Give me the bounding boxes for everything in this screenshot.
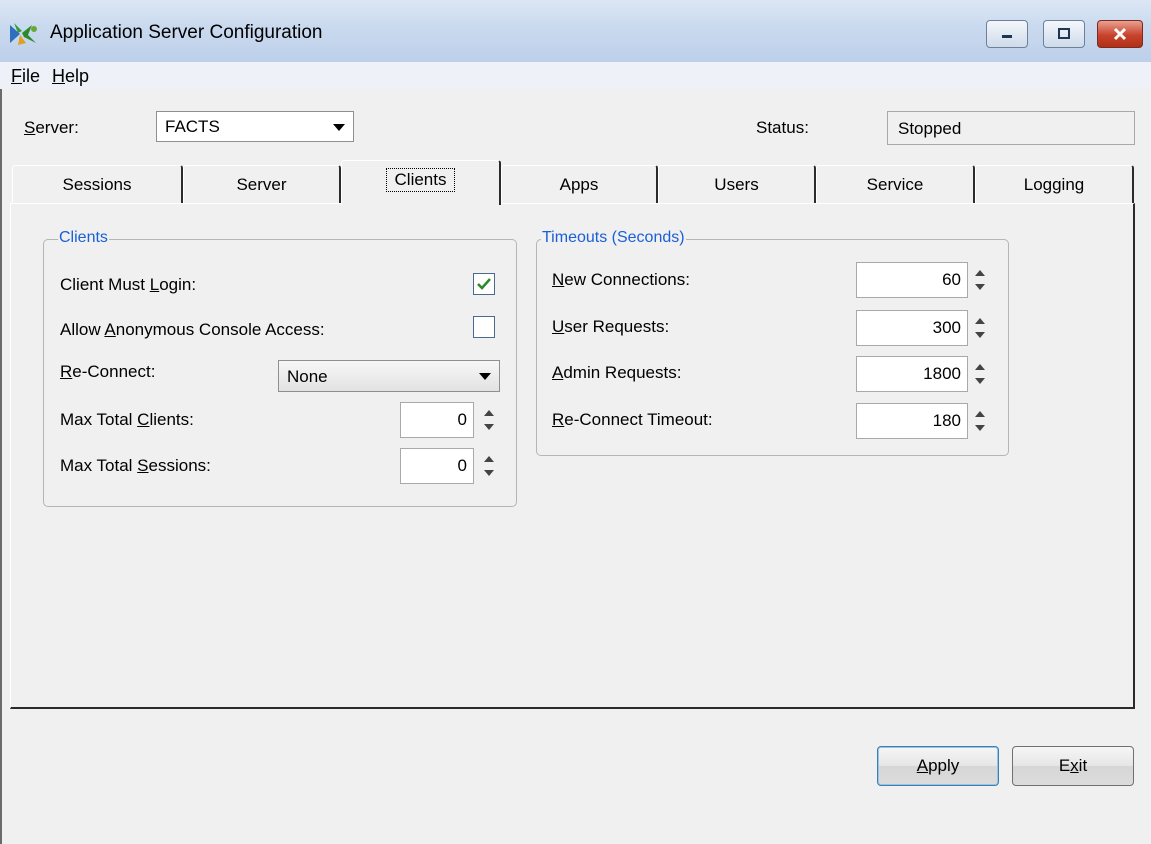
max-total-sessions-spinner[interactable] xyxy=(482,448,496,484)
tab-clients[interactable]: Clients xyxy=(341,160,501,205)
max-total-clients-input[interactable]: 0 xyxy=(400,402,474,438)
exit-button[interactable]: Exit xyxy=(1012,746,1134,786)
admin-requests-input[interactable]: 1800 xyxy=(856,356,968,392)
spin-up-icon[interactable] xyxy=(484,456,494,462)
admin-requests-label: Admin Requests: xyxy=(552,363,682,382)
server-app-icon xyxy=(8,21,42,47)
user-requests-input[interactable]: 300 xyxy=(856,310,968,346)
tab-sessions[interactable]: Sessions xyxy=(12,165,183,204)
anonymous-access-label: Allow Anonymous Console Access: xyxy=(60,320,325,339)
user-requests-label: User Requests: xyxy=(552,317,670,336)
status-label: Status: xyxy=(756,118,809,137)
spin-up-icon[interactable] xyxy=(975,318,985,324)
maximize-icon xyxy=(1058,28,1070,39)
chevron-down-icon xyxy=(479,373,491,380)
clients-groupbox: Clients Client Must Login: Allow Anonymo… xyxy=(43,229,517,507)
menu-file[interactable]: File xyxy=(11,66,40,87)
maximize-button[interactable] xyxy=(1043,20,1085,48)
reconnect-timeout-label: Re-Connect Timeout: xyxy=(552,410,713,429)
menu-bar xyxy=(0,62,1151,89)
anonymous-access-checkbox[interactable] xyxy=(473,316,495,338)
spin-up-icon[interactable] xyxy=(484,410,494,416)
server-select-value: FACTS xyxy=(165,117,220,136)
timeouts-groupbox: Timeouts (Seconds) New Connections: 60 U… xyxy=(536,229,1009,456)
spin-up-icon[interactable] xyxy=(975,364,985,370)
tab-service[interactable]: Service xyxy=(816,165,975,204)
close-button[interactable] xyxy=(1097,20,1143,48)
client-must-login-checkbox[interactable] xyxy=(473,273,495,295)
reconnect-timeout-spinner[interactable] xyxy=(973,403,987,439)
apply-button[interactable]: Apply xyxy=(877,746,999,786)
spin-up-icon[interactable] xyxy=(975,270,985,276)
reconnect-select-value: None xyxy=(287,367,328,386)
new-connections-spinner[interactable] xyxy=(973,262,987,298)
status-field: Stopped xyxy=(887,111,1135,145)
spin-down-icon[interactable] xyxy=(975,284,985,290)
timeouts-group-title: Timeouts (Seconds) xyxy=(541,229,686,247)
server-select[interactable]: FACTS xyxy=(156,111,354,142)
spin-down-icon[interactable] xyxy=(484,470,494,476)
checkmark-icon xyxy=(477,278,491,290)
tab-apps[interactable]: Apps xyxy=(501,165,658,204)
max-total-clients-spinner[interactable] xyxy=(482,402,496,438)
spin-down-icon[interactable] xyxy=(975,332,985,338)
new-connections-input[interactable]: 60 xyxy=(856,262,968,298)
tab-clients-label: Clients xyxy=(385,168,456,192)
tab-users[interactable]: Users xyxy=(658,165,816,204)
window-left-border xyxy=(0,89,2,844)
server-label: Server: xyxy=(24,118,79,137)
tab-server[interactable]: Server xyxy=(183,165,341,204)
clients-tab-page: Clients Client Must Login: Allow Anonymo… xyxy=(10,203,1135,709)
user-requests-spinner[interactable] xyxy=(973,310,987,346)
max-total-clients-label: Max Total Clients: xyxy=(60,410,194,429)
tab-logging[interactable]: Logging xyxy=(975,165,1134,204)
menu-help[interactable]: Help xyxy=(52,66,89,87)
spin-down-icon[interactable] xyxy=(975,425,985,431)
reconnect-timeout-input[interactable]: 180 xyxy=(856,403,968,439)
spin-down-icon[interactable] xyxy=(975,378,985,384)
admin-requests-spinner[interactable] xyxy=(973,356,987,392)
max-total-sessions-input[interactable]: 0 xyxy=(400,448,474,484)
chevron-down-icon xyxy=(333,124,345,131)
new-connections-label: New Connections: xyxy=(552,270,690,289)
minimize-icon xyxy=(1002,35,1012,38)
minimize-button[interactable] xyxy=(986,20,1028,48)
close-icon xyxy=(1113,27,1127,41)
title-bar[interactable]: Application Server Configuration xyxy=(0,0,1151,63)
clients-group-title: Clients xyxy=(58,229,109,247)
status-value: Stopped xyxy=(898,119,962,138)
spin-up-icon[interactable] xyxy=(975,411,985,417)
max-total-sessions-label: Max Total Sessions: xyxy=(60,456,211,475)
spin-down-icon[interactable] xyxy=(484,424,494,430)
reconnect-label: Re-Connect: xyxy=(60,362,156,381)
reconnect-select[interactable]: None xyxy=(278,360,500,392)
window-title: Application Server Configuration xyxy=(50,22,323,43)
client-must-login-label: Client Must Login: xyxy=(60,275,197,294)
